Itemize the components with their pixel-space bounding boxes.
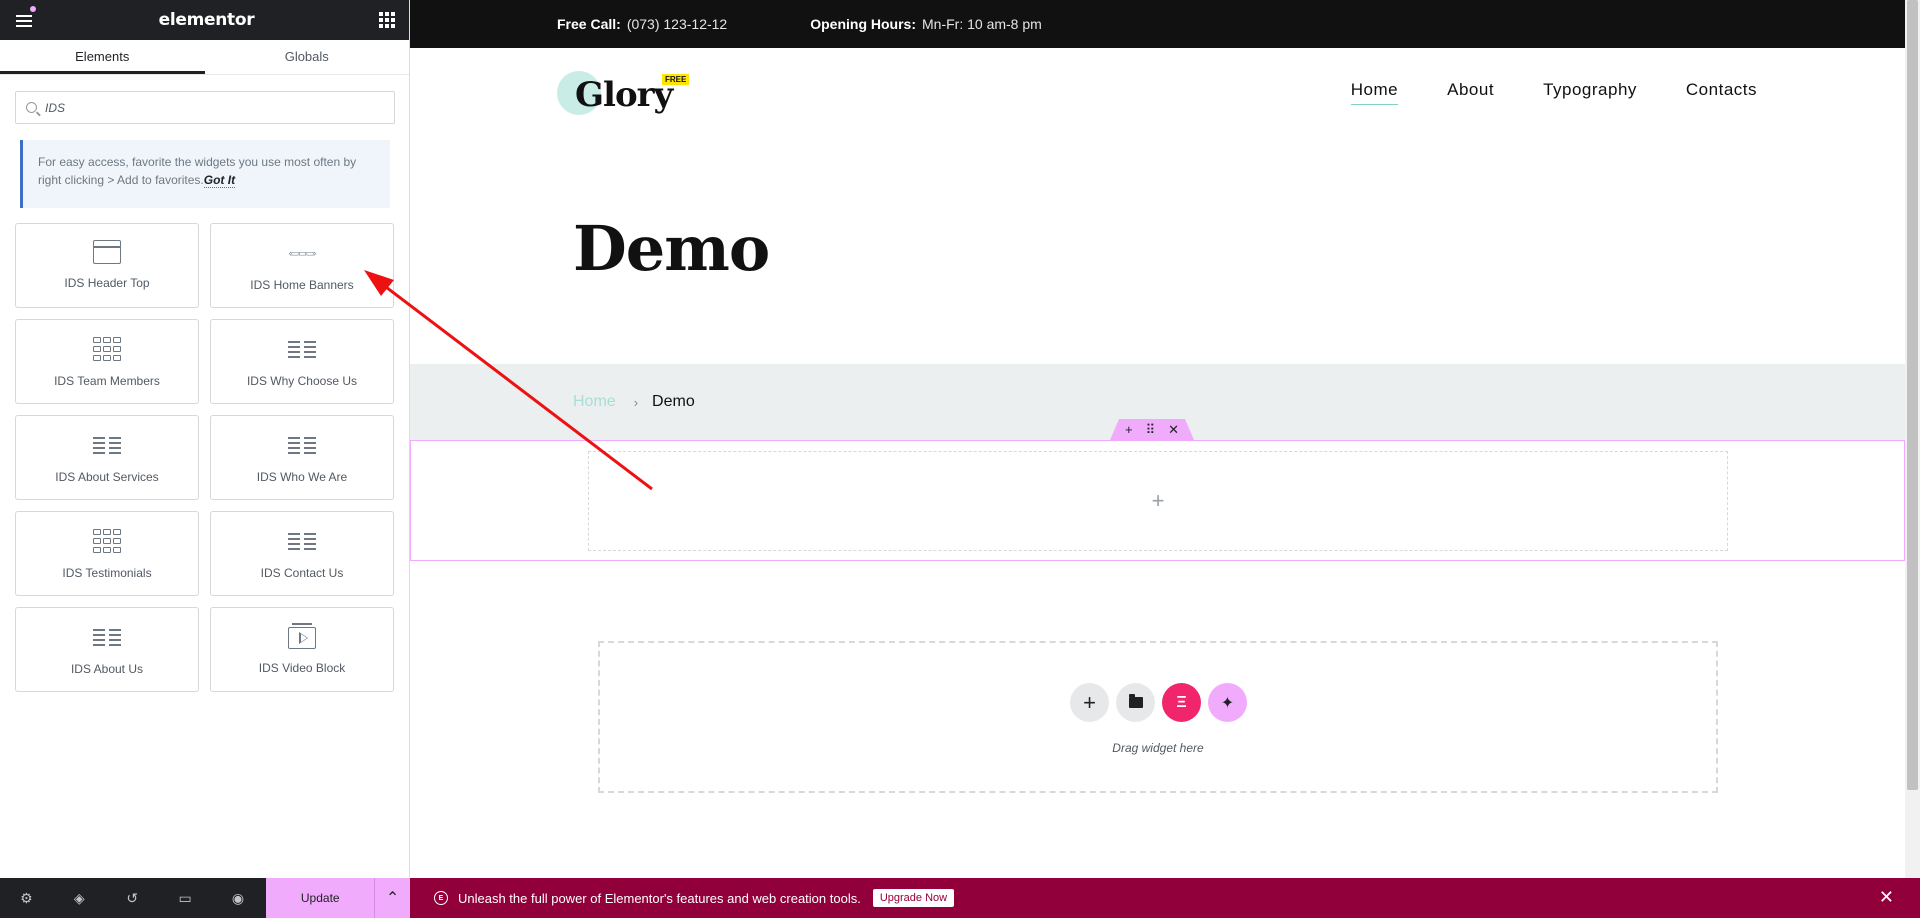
history-icon[interactable]: ↺ (106, 878, 159, 918)
add-new-section-plus-icon[interactable]: + (1070, 683, 1109, 722)
free-badge: FREE (662, 74, 690, 85)
widget-ids-video-block[interactable]: IDS Video Block (210, 607, 394, 692)
upgrade-now-button[interactable]: Upgrade Now (872, 889, 955, 907)
promo-text: Unleash the full power of Elementor's fe… (458, 890, 861, 906)
widget-ids-contact-us[interactable]: IDS Contact Us (210, 511, 394, 596)
opening-hours-info: Opening Hours: Mn-Fr: 10 am-8 pm (810, 16, 1042, 32)
widget-ids-header-top[interactable]: IDS Header Top (15, 223, 199, 308)
menu-icon[interactable] (14, 6, 36, 28)
breadcrumb-current: Demo (652, 393, 695, 410)
add-section-plus-icon[interactable]: + (1125, 422, 1133, 437)
grid-icon (92, 528, 122, 554)
preview-canvas: Free Call: (073) 123-12-12 Opening Hours:… (410, 0, 1905, 878)
empty-section[interactable]: + (410, 440, 1905, 561)
widget-label: IDS About Us (70, 662, 144, 676)
update-button[interactable]: Update (266, 878, 375, 918)
lines-icon (287, 528, 317, 554)
lines-icon (287, 432, 317, 458)
widget-label: IDS Header Top (64, 276, 150, 290)
nav-home[interactable]: Home (1350, 80, 1399, 105)
widget-search (15, 91, 395, 124)
page-title: Demo (573, 212, 770, 285)
nav-typography[interactable]: Typography (1543, 80, 1637, 105)
slides-icon (287, 240, 317, 266)
window-icon (93, 240, 121, 264)
navigator-layers-icon[interactable]: ◈ (53, 878, 106, 918)
add-section-dropzone: + Ξ ✦ Drag widget here (598, 641, 1718, 793)
ai-sparkle-icon[interactable]: ✦ (1208, 683, 1247, 722)
drag-handle-icon[interactable]: ⠿ (1146, 422, 1156, 438)
template-library-folder-icon[interactable] (1116, 683, 1155, 722)
search-input[interactable] (45, 100, 365, 115)
favorites-notice: For easy access, favorite the widgets yo… (20, 140, 390, 208)
grid-icon (92, 336, 122, 362)
lines-icon (92, 432, 122, 458)
preview-eye-icon[interactable]: ◉ (212, 878, 265, 918)
widget-ids-about-us[interactable]: IDS About Us (15, 607, 199, 692)
tab-globals[interactable]: Globals (205, 40, 410, 74)
tab-elements[interactable]: Elements (0, 40, 205, 74)
widgets-grid-icon[interactable] (378, 12, 395, 28)
widget-label: IDS Contact Us (260, 566, 344, 580)
widget-label: IDS Team Members (54, 374, 160, 388)
notice-text: For easy access, favorite the widgets yo… (38, 155, 357, 187)
drag-widget-hint: Drag widget here (1112, 741, 1204, 755)
got-it-link[interactable]: Got It (203, 173, 236, 188)
scrollbar-thumb[interactable] (1907, 0, 1918, 790)
widget-label: IDS Who We Are (256, 470, 348, 484)
lines-icon (287, 336, 317, 362)
elementor-kit-icon[interactable]: Ξ (1162, 683, 1201, 722)
site-topbar: Free Call: (073) 123-12-12 Opening Hours:… (410, 0, 1905, 48)
widget-ids-home-banners[interactable]: IDS Home Banners (210, 223, 394, 308)
main-nav: Home About Typography Contacts (1350, 80, 1757, 105)
dropzone-buttons: + Ξ ✦ (1070, 683, 1247, 722)
logo-text: Glory (575, 75, 673, 115)
widget-label: IDS Video Block (258, 661, 346, 675)
widget-label: IDS Home Banners (250, 278, 354, 292)
panel-tabs: Elements Globals (0, 40, 409, 75)
widget-label: IDS About Services (55, 470, 159, 484)
editor-panel: elementor Elements Globals For easy acce… (0, 0, 411, 918)
chevron-right-icon: › (633, 394, 639, 410)
chevron-up-icon[interactable]: ⌃ (374, 878, 411, 918)
settings-gear-icon[interactable]: ⚙ (0, 878, 53, 918)
widget-ids-about-services[interactable]: IDS About Services (15, 415, 199, 500)
site-header: Glory FREE Home About Typography Contact… (410, 48, 1905, 168)
elementor-logo: elementor (158, 10, 255, 30)
widget-label: IDS Testimonials (62, 566, 152, 580)
widget-ids-why-choose-us[interactable]: IDS Why Choose Us (210, 319, 394, 404)
widget-list: IDS Header Top IDS Home Banners IDS Team… (15, 223, 395, 692)
widget-label: IDS Why Choose Us (246, 374, 358, 388)
add-widget-plus-icon[interactable]: + (1152, 488, 1165, 514)
delete-section-close-icon[interactable]: ✕ (1168, 422, 1179, 438)
site-logo[interactable]: Glory FREE (557, 69, 690, 119)
notification-dot (30, 6, 36, 12)
elementor-e-icon: E (434, 891, 448, 905)
preview-scrollbar[interactable] (1905, 0, 1920, 878)
nav-about[interactable]: About (1447, 80, 1494, 105)
empty-column[interactable]: + (588, 451, 1728, 551)
video-icon (288, 623, 316, 649)
responsive-mode-icon[interactable]: ▭ (159, 878, 212, 918)
widget-ids-testimonials[interactable]: IDS Testimonials (15, 511, 199, 596)
search-icon (26, 102, 37, 113)
free-call-info: Free Call: (073) 123-12-12 (557, 16, 728, 32)
widget-ids-team-members[interactable]: IDS Team Members (15, 319, 199, 404)
widget-ids-who-we-are[interactable]: IDS Who We Are (210, 415, 394, 500)
panel-footer: ⚙ ◈ ↺ ▭ ◉ Update ⌃ (0, 878, 411, 918)
promo-bar: E Unleash the full power of Elementor's … (410, 878, 1920, 918)
lines-icon (92, 624, 122, 650)
breadcrumb-home[interactable]: Home (573, 393, 616, 411)
nav-contacts[interactable]: Contacts (1686, 80, 1757, 105)
close-icon[interactable]: ✕ (1879, 887, 1894, 908)
section-handle: + ⠿ ✕ (1110, 419, 1194, 440)
panel-header: elementor (0, 0, 409, 40)
